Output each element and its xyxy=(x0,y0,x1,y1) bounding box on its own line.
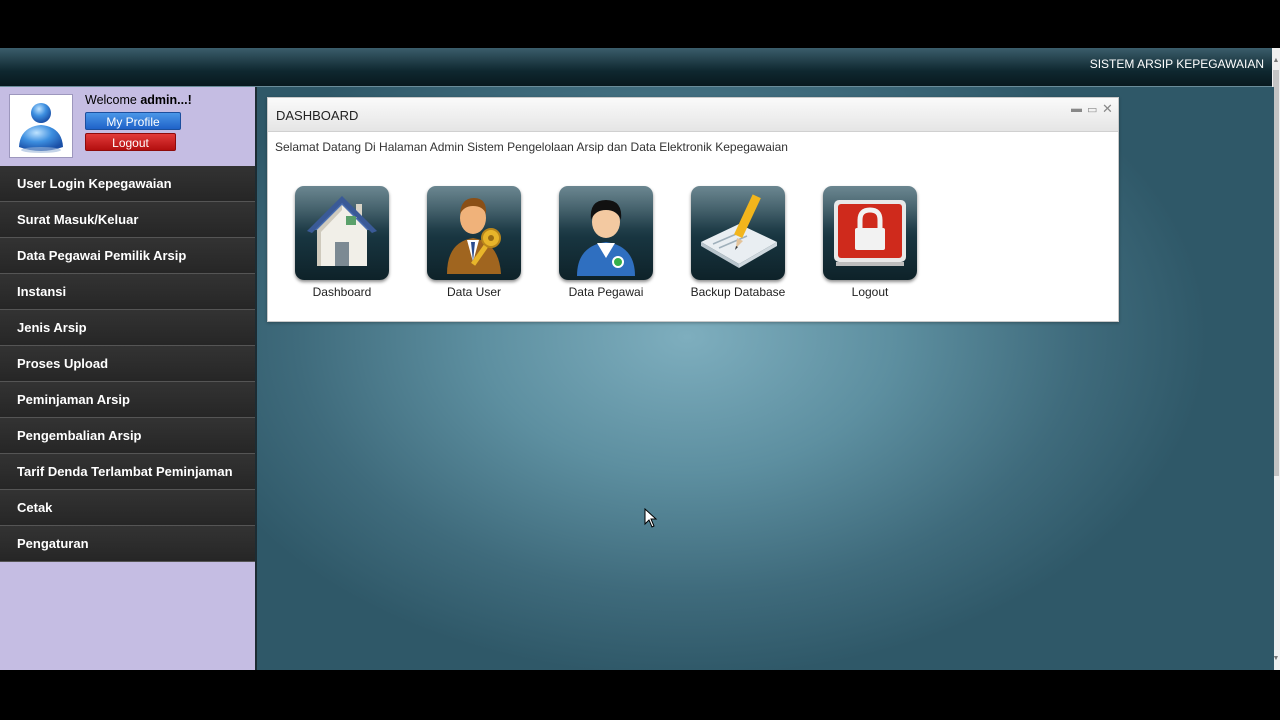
sidebar-item-tarif-denda[interactable]: Tarif Denda Terlambat Peminjaman xyxy=(0,454,255,490)
dashboard-window: DASHBOARD ▬ ▭ ✕ Selamat Datang Di Halama… xyxy=(267,97,1119,322)
maximize-icon[interactable]: ▭ xyxy=(1087,103,1097,116)
welcome-prefix: Welcome xyxy=(85,93,141,107)
welcome-username: admin...! xyxy=(140,93,192,107)
pencil-note-icon[interactable] xyxy=(691,186,785,280)
dashboard-tile[interactable]: Dashboard xyxy=(294,186,390,299)
tile-label: Data Pegawai xyxy=(568,285,644,299)
window-title: DASHBOARD xyxy=(276,108,359,123)
sidebar-item-cetak[interactable]: Cetak xyxy=(0,490,255,526)
mouse-cursor-icon xyxy=(644,508,658,528)
data-pegawai-tile[interactable]: Data Pegawai xyxy=(558,186,654,299)
close-icon[interactable]: ✕ xyxy=(1102,101,1113,117)
backup-database-tile[interactable]: Backup Database xyxy=(690,186,786,299)
welcome-text: Welcome admin...! xyxy=(85,93,192,107)
tile-label: Dashboard xyxy=(312,285,372,299)
tile-label: Logout xyxy=(851,285,889,299)
sidebar: Welcome admin...! My Profile Logout User… xyxy=(0,87,255,670)
app-title: SISTEM ARSIP KEPEGAWAIAN xyxy=(1089,57,1264,71)
sidebar-item-pengembalian-arsip[interactable]: Pengembalian Arsip xyxy=(0,418,255,454)
main-content: DASHBOARD ▬ ▭ ✕ Selamat Datang Di Halama… xyxy=(255,87,1274,670)
my-profile-button[interactable]: My Profile xyxy=(85,112,181,130)
tile-label: Backup Database xyxy=(690,285,786,299)
data-user-tile[interactable]: Data User xyxy=(426,186,522,299)
employee-icon[interactable] xyxy=(559,186,653,280)
browser-viewport: SISTEM ARSIP KEPEGAWAIAN ▲ ▼ Welcome adm… xyxy=(0,48,1280,670)
sidebar-item-user-login-kepegawaian[interactable]: User Login Kepegawaian xyxy=(0,166,255,202)
sidebar-menu: User Login Kepegawaian Surat Masuk/Kelua… xyxy=(0,166,255,562)
top-bar: SISTEM ARSIP KEPEGAWAIAN xyxy=(0,48,1272,87)
sidebar-item-pengaturan[interactable]: Pengaturan xyxy=(0,526,255,562)
scroll-up-arrow-icon[interactable]: ▲ xyxy=(1272,56,1280,66)
logout-tile[interactable]: Logout xyxy=(822,186,918,299)
sidebar-item-surat-masuk-keluar[interactable]: Surat Masuk/Keluar xyxy=(0,202,255,238)
house-icon[interactable] xyxy=(295,186,389,280)
sidebar-item-instansi[interactable]: Instansi xyxy=(0,274,255,310)
user-panel: Welcome admin...! My Profile Logout xyxy=(0,87,255,166)
window-header[interactable]: DASHBOARD ▬ ▭ ✕ xyxy=(268,98,1118,132)
user-key-icon[interactable] xyxy=(427,186,521,280)
sidebar-item-data-pegawai-pemilik-arsip[interactable]: Data Pegawai Pemilik Arsip xyxy=(0,238,255,274)
lock-icon[interactable] xyxy=(823,186,917,280)
sidebar-item-jenis-arsip[interactable]: Jenis Arsip xyxy=(0,310,255,346)
minimize-icon[interactable]: ▬ xyxy=(1071,103,1082,115)
welcome-message: Selamat Datang Di Halaman Admin Sistem P… xyxy=(275,140,788,154)
sidebar-item-peminjaman-arsip[interactable]: Peminjaman Arsip xyxy=(0,382,255,418)
sidebar-logout-button[interactable]: Logout xyxy=(85,133,176,151)
tile-label: Data User xyxy=(446,285,502,299)
sidebar-item-proses-upload[interactable]: Proses Upload xyxy=(0,346,255,382)
user-avatar-icon xyxy=(9,94,73,158)
